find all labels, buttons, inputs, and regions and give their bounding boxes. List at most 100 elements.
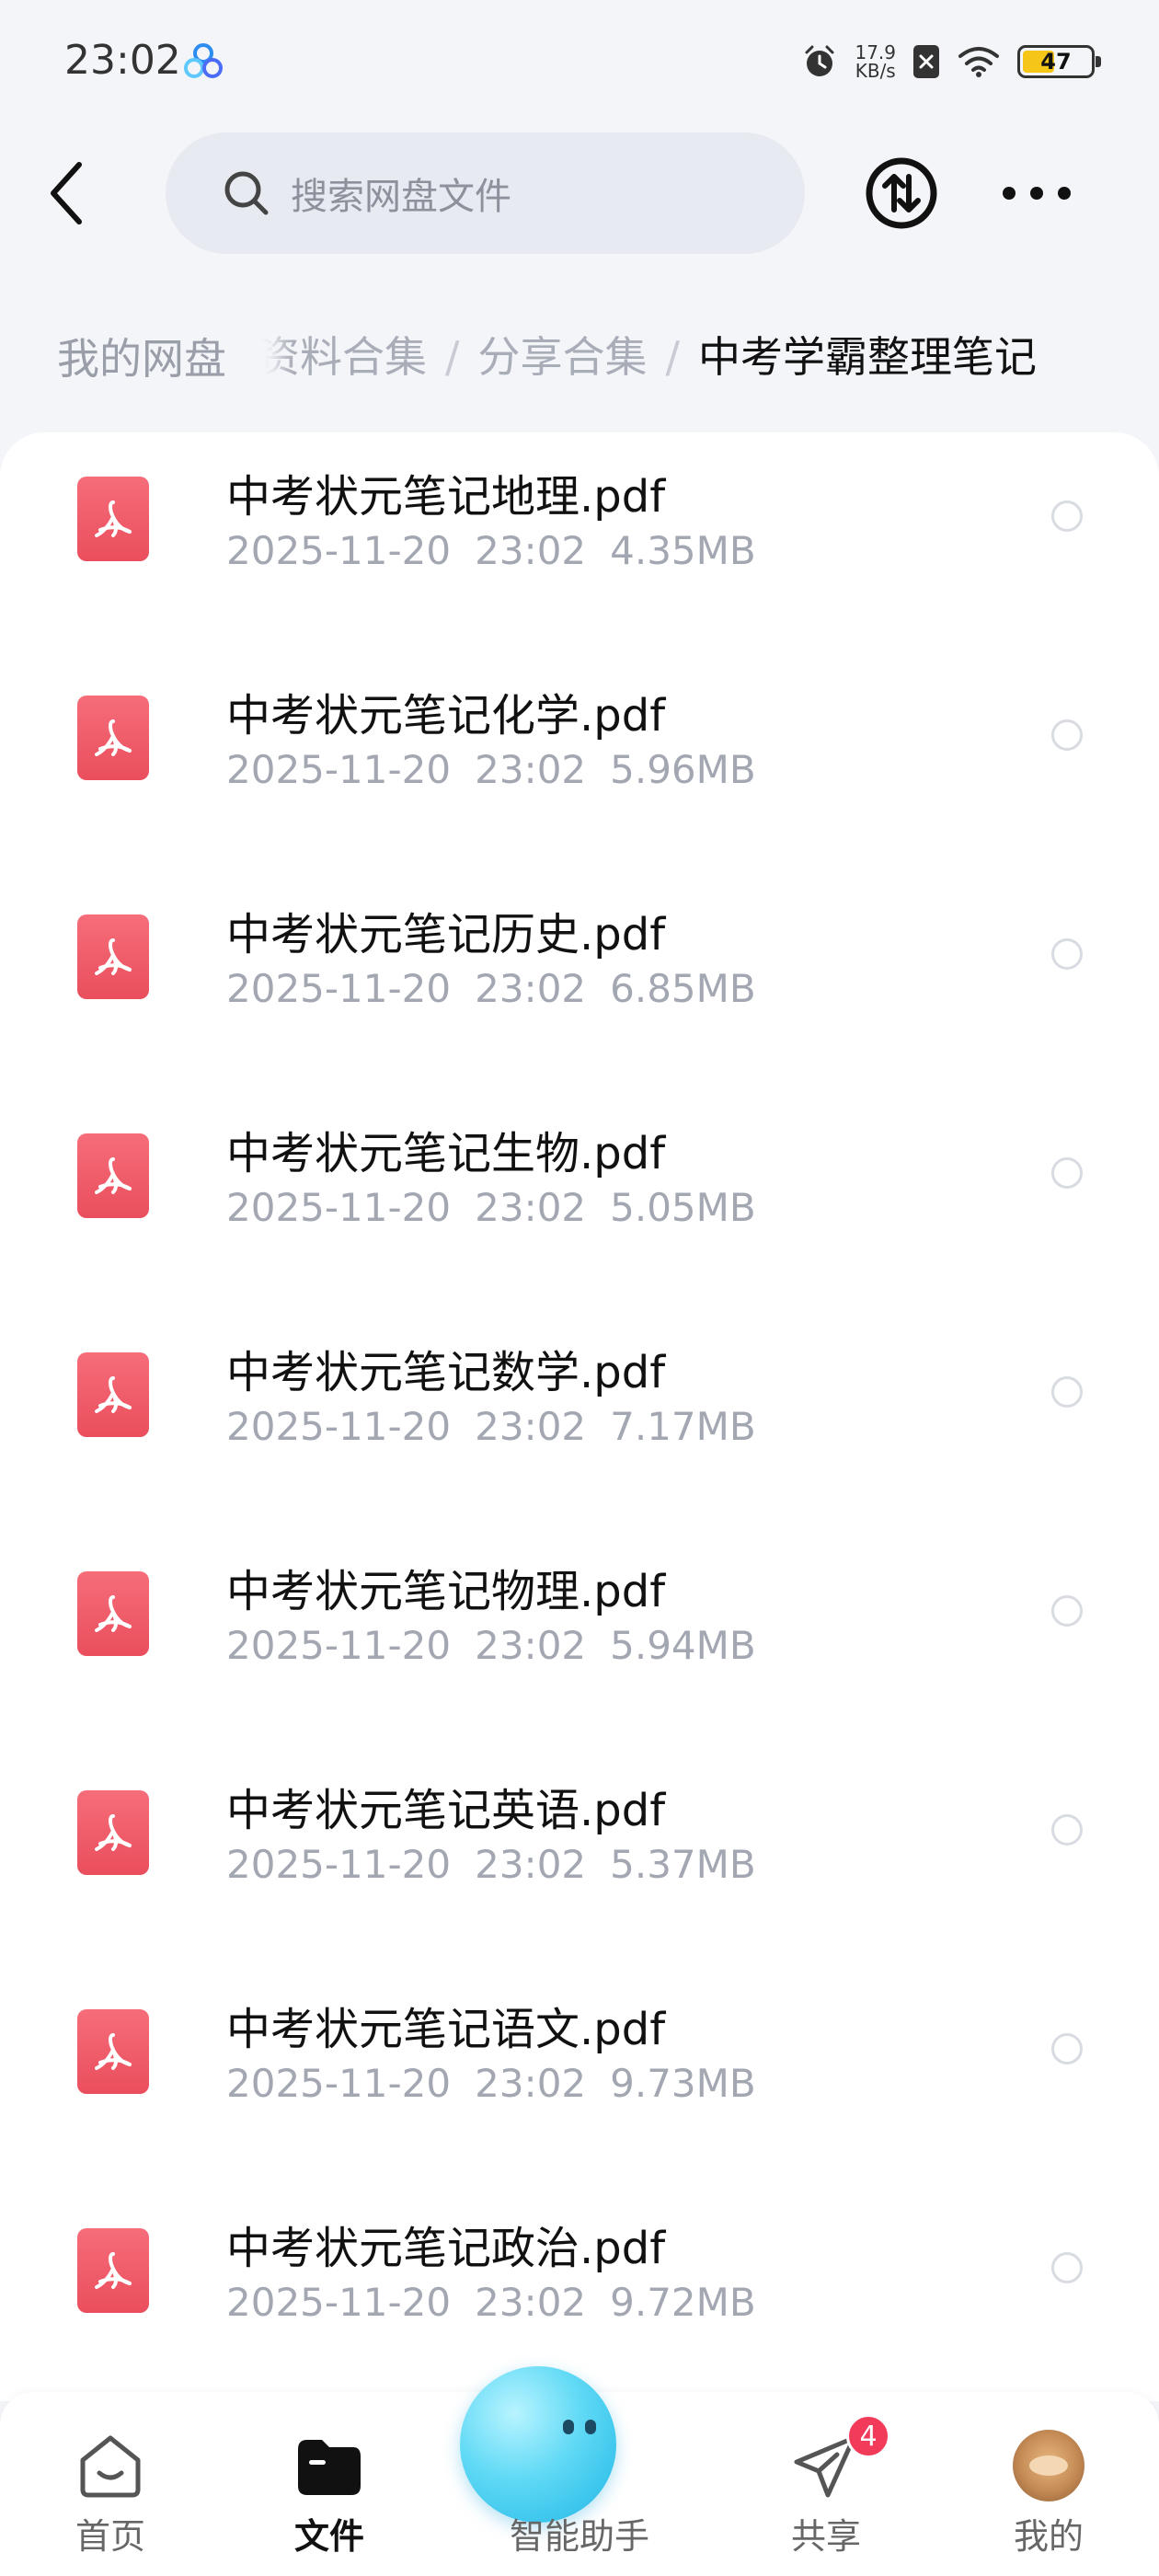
select-checkbox[interactable] [1051, 2033, 1083, 2064]
nav-home[interactable]: 首页 [18, 2420, 202, 2567]
pdf-file-icon [77, 2228, 149, 2313]
back-arrow-icon [51, 162, 82, 224]
status-indicators: 17.9 KB/s 47 [801, 39, 1101, 85]
nav-files[interactable]: 文件 [237, 2420, 421, 2567]
file-time: 23:02 [475, 1623, 587, 1668]
file-date: 2025-11-20 [226, 1623, 452, 1668]
bottom-nav: 首页 文件 智能助手 4 共享 我的 [0, 2366, 1159, 2576]
file-time: 23:02 [475, 2061, 587, 2106]
breadcrumb-item[interactable]: 资料合集 [258, 332, 427, 382]
file-meta: 2025-11-20 23:02 4.35MB [226, 528, 780, 573]
file-list: 中考状元笔记地理.pdf 2025-11-20 23:02 4.35MB 中考状元笔记化… [0, 432, 1159, 2401]
nav-label: 智能助手 [509, 2516, 649, 2557]
file-date: 2025-11-20 [226, 966, 452, 1011]
select-checkbox[interactable] [1051, 1376, 1083, 1408]
avatar [1013, 2430, 1084, 2501]
more-button[interactable] [1003, 175, 1071, 212]
breadcrumb-root[interactable]: 我的网盘 [26, 322, 258, 396]
breadcrumb-separator: / [665, 332, 681, 382]
file-meta: 2025-11-20 23:02 9.72MB [226, 2280, 780, 2325]
status-time: 23:02 [64, 37, 181, 84]
transfer-icon [866, 157, 937, 229]
nav-profile[interactable]: 我的 [957, 2420, 1141, 2567]
select-checkbox[interactable] [1051, 500, 1083, 532]
file-name: 中考状元笔记政治.pdf [226, 2223, 666, 2274]
file-size: 5.37MB [610, 1842, 756, 1887]
file-row[interactable]: 中考状元笔记英语.pdf 2025-11-20 23:02 5.37MB [0, 1746, 1159, 1965]
file-date: 2025-11-20 [226, 2061, 452, 2106]
battery-cap [1096, 56, 1101, 67]
file-row[interactable]: 中考状元笔记生物.pdf 2025-11-20 23:02 5.05MB [0, 1089, 1159, 1308]
file-row[interactable]: 中考状元笔记物理.pdf 2025-11-20 23:02 5.94MB [0, 1527, 1159, 1746]
file-row[interactable]: 中考状元笔记地理.pdf 2025-11-20 23:02 4.35MB [0, 432, 1159, 651]
file-row[interactable]: 中考状元笔记化学.pdf 2025-11-20 23:02 5.96MB [0, 651, 1159, 870]
file-size: 6.85MB [610, 966, 756, 1011]
assistant-eye [563, 2420, 574, 2434]
pdf-file-icon [77, 1133, 149, 1218]
more-icon-dot [1030, 187, 1043, 200]
file-row[interactable]: 中考状元笔记政治.pdf 2025-11-20 23:02 9.72MB [0, 2184, 1159, 2403]
pdf-file-icon [77, 1571, 149, 1656]
transfer-button[interactable] [865, 156, 938, 230]
nav-label: 首页 [75, 2516, 145, 2557]
file-meta: 2025-11-20 23:02 5.94MB [226, 1623, 780, 1668]
pdf-file-icon [77, 2009, 149, 2094]
select-checkbox[interactable] [1051, 1814, 1083, 1846]
breadcrumb-item[interactable]: 分享合集 [478, 332, 648, 382]
breadcrumb-current: 中考学霸整理笔记 [698, 332, 1037, 382]
file-time: 23:02 [475, 966, 587, 1011]
file-meta: 2025-11-20 23:02 6.85MB [226, 966, 780, 1011]
select-checkbox[interactable] [1051, 1595, 1083, 1627]
net-speed: 17.9 KB/s [855, 43, 896, 80]
file-meta: 2025-11-20 23:02 5.37MB [226, 1842, 780, 1887]
nav-assistant[interactable]: 智能助手 [460, 2366, 671, 2567]
status-bar: 23:02 17.9 KB/s 47 [0, 0, 1159, 124]
file-time: 23:02 [475, 1404, 587, 1449]
file-date: 2025-11-20 [226, 1404, 452, 1449]
file-name: 中考状元笔记物理.pdf [226, 1566, 666, 1617]
nav-label: 文件 [293, 2516, 364, 2557]
breadcrumb-separator: / [445, 332, 460, 382]
folder-icon [293, 2429, 366, 2502]
avatar-wrap [1012, 2429, 1085, 2502]
battery-icon: 47 [1017, 45, 1101, 78]
select-checkbox[interactable] [1051, 938, 1083, 970]
nav-share[interactable]: 4 共享 [734, 2414, 918, 2567]
more-icon-dot [1058, 187, 1071, 200]
wifi-icon [958, 47, 999, 77]
file-name: 中考状元笔记化学.pdf [226, 690, 666, 742]
file-size: 9.72MB [610, 2280, 756, 2325]
file-date: 2025-11-20 [226, 1842, 452, 1887]
sim-off-icon [913, 45, 939, 78]
select-checkbox[interactable] [1051, 1157, 1083, 1189]
alarm-icon [805, 45, 834, 76]
back-button[interactable] [46, 156, 101, 230]
net-speed-value: 17.9 [855, 41, 896, 63]
search-icon [224, 171, 269, 215]
file-date: 2025-11-20 [226, 747, 452, 792]
file-date: 2025-11-20 [226, 2280, 452, 2325]
search-placeholder: 搜索网盘文件 [291, 176, 511, 218]
file-time: 23:02 [475, 747, 587, 792]
file-time: 23:02 [475, 1842, 587, 1887]
share-badge: 4 [846, 2414, 890, 2458]
search-input[interactable]: 搜索网盘文件 [166, 132, 805, 254]
file-name: 中考状元笔记英语.pdf [226, 1785, 666, 1836]
file-size: 5.96MB [610, 747, 756, 792]
pdf-file-icon [77, 696, 149, 780]
select-checkbox[interactable] [1051, 2252, 1083, 2283]
battery-level: 47 [1040, 49, 1072, 75]
select-checkbox[interactable] [1051, 719, 1083, 751]
net-speed-unit: KB/s [855, 60, 896, 82]
pdf-file-icon [77, 914, 149, 999]
assistant-icon [460, 2366, 616, 2523]
file-time: 23:02 [475, 528, 587, 573]
file-name: 中考状元笔记语文.pdf [226, 2004, 666, 2055]
file-row[interactable]: 中考状元笔记数学.pdf 2025-11-20 23:02 7.17MB [0, 1308, 1159, 1527]
file-name: 中考状元笔记生物.pdf [226, 1128, 666, 1179]
file-row[interactable]: 中考状元笔记历史.pdf 2025-11-20 23:02 6.85MB [0, 870, 1159, 1089]
file-size: 5.05MB [610, 1185, 756, 1230]
file-time: 23:02 [475, 2280, 587, 2325]
pdf-file-icon [77, 477, 149, 561]
file-row[interactable]: 中考状元笔记语文.pdf 2025-11-20 23:02 9.73MB [0, 1965, 1159, 2184]
